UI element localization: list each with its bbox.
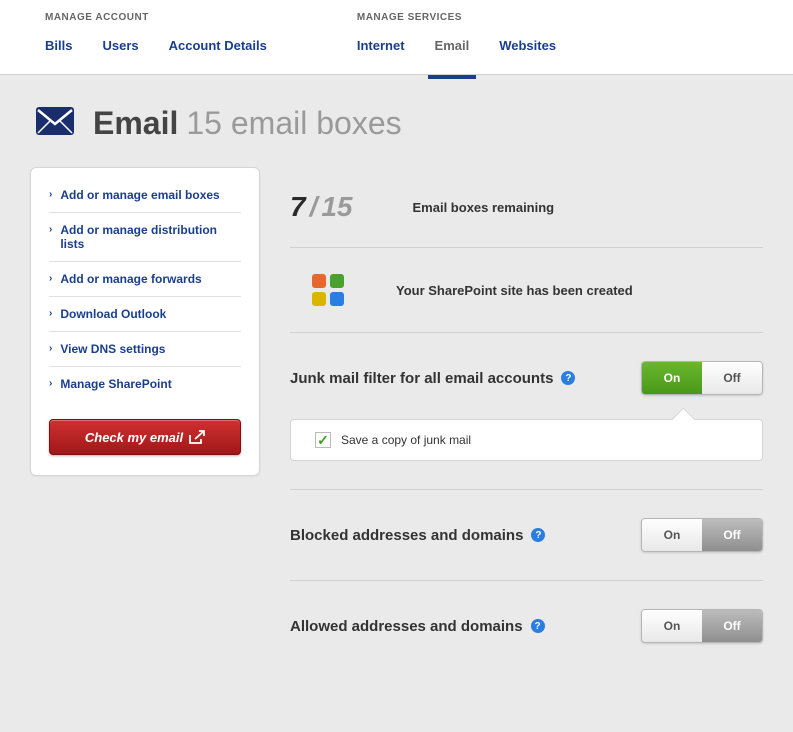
page-header: Email 15 email boxes xyxy=(0,75,793,167)
blocked-toggle-off[interactable]: Off xyxy=(702,519,762,551)
junk-toggle-off[interactable]: Off xyxy=(702,362,762,394)
blocked-addresses-section: Blocked addresses and domains ? On Off xyxy=(290,490,763,581)
email-boxes-total: 15 xyxy=(321,191,352,223)
chevron-right-icon: › xyxy=(49,188,52,202)
sidebar-item-label: Add or manage distribution lists xyxy=(60,223,241,251)
chevron-right-icon: › xyxy=(49,307,52,321)
check-email-button[interactable]: Check my email xyxy=(49,419,241,455)
check-email-label: Check my email xyxy=(85,430,183,445)
chevron-right-icon: › xyxy=(49,223,52,237)
nav-group-services: MANAGE SERVICES Internet Email Websites xyxy=(342,0,571,74)
junk-filter-section: Junk mail filter for all email accounts … xyxy=(290,333,763,490)
junk-filter-toggle: On Off xyxy=(641,361,763,395)
page-subtitle: 15 email boxes xyxy=(186,105,401,142)
sidebar-item-label: Manage SharePoint xyxy=(60,377,171,391)
sidebar-item-manage-sharepoint[interactable]: › Manage SharePoint xyxy=(49,367,241,401)
blocked-toggle: On Off xyxy=(641,518,763,552)
nav-group-services-label: MANAGE SERVICES xyxy=(342,12,571,23)
save-junk-copy-option: ✓ Save a copy of junk mail xyxy=(290,419,763,461)
junk-filter-title: Junk mail filter for all email accounts xyxy=(290,370,553,387)
save-junk-label: Save a copy of junk mail xyxy=(341,433,471,447)
allowed-toggle-off[interactable]: Off xyxy=(702,610,762,642)
allowed-toggle-on[interactable]: On xyxy=(642,610,702,642)
count-separator: / xyxy=(310,191,318,223)
sidebar-item-dns-settings[interactable]: › View DNS settings xyxy=(49,332,241,367)
chevron-right-icon: › xyxy=(49,272,52,286)
sidebar-item-forwards[interactable]: › Add or manage forwards xyxy=(49,262,241,297)
sidebar: › Add or manage email boxes › Add or manag… xyxy=(30,167,260,476)
email-boxes-used: 7 xyxy=(290,191,306,223)
nav-group-account-label: MANAGE ACCOUNT xyxy=(30,12,282,23)
mail-icon xyxy=(35,106,75,141)
tab-account-details[interactable]: Account Details xyxy=(154,38,282,53)
chevron-right-icon: › xyxy=(49,342,52,356)
sidebar-item-label: View DNS settings xyxy=(60,342,165,356)
blocked-toggle-on[interactable]: On xyxy=(642,519,702,551)
sidebar-item-email-boxes[interactable]: › Add or manage email boxes xyxy=(49,188,241,213)
tab-websites[interactable]: Websites xyxy=(484,38,571,53)
junk-toggle-on[interactable]: On xyxy=(642,362,702,394)
blocked-title: Blocked addresses and domains xyxy=(290,527,523,544)
sharepoint-status-row: Your SharePoint site has been created xyxy=(290,248,763,333)
allowed-toggle: On Off xyxy=(641,609,763,643)
tab-users[interactable]: Users xyxy=(87,38,153,53)
email-boxes-label: Email boxes remaining xyxy=(413,200,555,215)
sidebar-item-distribution-lists[interactable]: › Add or manage distribution lists xyxy=(49,213,241,262)
sharepoint-message: Your SharePoint site has been created xyxy=(396,283,633,298)
content-area: 7 / 15 Email boxes remaining Your ShareP… xyxy=(290,167,763,671)
email-boxes-remaining-row: 7 / 15 Email boxes remaining xyxy=(290,167,763,248)
sidebar-item-label: Add or manage email boxes xyxy=(60,188,219,202)
chevron-right-icon: › xyxy=(49,377,52,391)
tab-bills[interactable]: Bills xyxy=(30,38,87,53)
save-junk-checkbox[interactable]: ✓ xyxy=(315,432,331,448)
tab-internet[interactable]: Internet xyxy=(342,38,420,53)
office-icon xyxy=(310,272,346,308)
allowed-addresses-section: Allowed addresses and domains ? On Off xyxy=(290,581,763,671)
nav-group-account: MANAGE ACCOUNT Bills Users Account Detai… xyxy=(30,0,282,74)
allowed-title: Allowed addresses and domains xyxy=(290,618,523,635)
sidebar-item-label: Download Outlook xyxy=(60,307,166,321)
help-icon[interactable]: ? xyxy=(531,528,545,542)
sidebar-item-download-outlook[interactable]: › Download Outlook xyxy=(49,297,241,332)
tab-email[interactable]: Email xyxy=(420,38,485,53)
external-link-icon xyxy=(189,430,205,444)
help-icon[interactable]: ? xyxy=(561,371,575,385)
help-icon[interactable]: ? xyxy=(531,619,545,633)
sidebar-item-label: Add or manage forwards xyxy=(60,272,201,286)
page-title: Email xyxy=(93,105,178,142)
top-navigation: MANAGE ACCOUNT Bills Users Account Detai… xyxy=(0,0,793,75)
